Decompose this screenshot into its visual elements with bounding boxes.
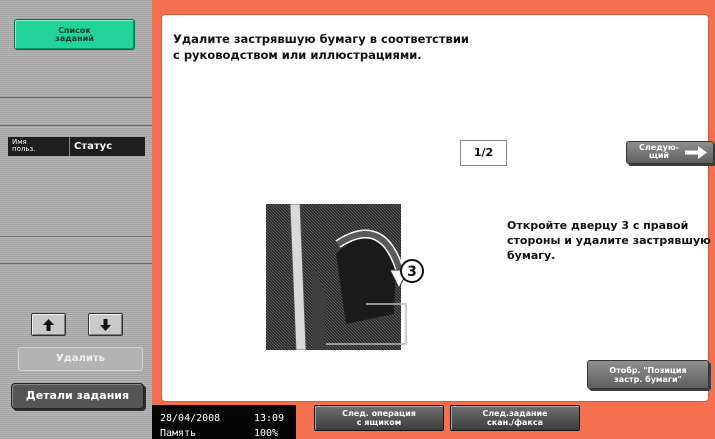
left-panel [0,0,152,439]
next-scan-fax-job-button[interactable]: След.задание скан./факса [450,405,580,431]
next-label-2: щий [648,151,670,160]
page-indicator: 1/2 [460,140,507,166]
instruction-line: Удалите застрявшую бумагу в соответствии [173,32,469,46]
next-scan-job-label-2: скан./факса [487,418,543,427]
user-column-header: Имя польз. [12,139,35,153]
next-box-job-label-1: След. операция [342,409,416,418]
delete-button[interactable]: Удалить [18,347,143,371]
show-jam-position-button[interactable]: Отобр. "Позиция застр. бумаги" [587,360,709,389]
arrow-up-icon [43,318,54,331]
arrow-down-icon [100,318,111,331]
job-list-button[interactable]: Список заданий [14,19,135,50]
step-line: стороны и удалите застрявшую [507,234,711,247]
time-display: 13:09 [254,413,285,424]
user-column-label-2: польз. [12,145,36,153]
memory-label: Память [160,428,197,439]
door-number-badge: 3 [407,264,417,280]
next-scan-job-label-1: След.задание [482,409,548,418]
instruction-line: с руководством или иллюстрациями. [173,48,422,62]
job-list-header: Имя польз. Статус [8,137,145,156]
scroll-down-button[interactable] [88,313,123,336]
next-box-job-button[interactable]: След. операция с ящиком [314,405,444,431]
scroll-up-button[interactable] [31,313,66,336]
next-box-job-label-2: с ящиком [356,418,402,427]
separator [0,236,152,237]
step-line: Откройте дверцу 3 с правой [507,219,689,232]
next-button[interactable]: Следую- щий [626,141,714,164]
instruction-text: Удалите застрявшую бумагу в соответствии… [173,31,503,63]
jam-position-label-1: Отобр. "Позиция [609,365,687,375]
job-details-button[interactable]: Детали задания [11,383,144,409]
date-display: 28/04/2008 [160,413,221,424]
separator [0,263,152,264]
status-bar: 28/04/2008 13:09 Память 100% [152,405,296,439]
arrow-right-icon [685,146,707,159]
jam-position-label-2: застр. бумаги" [614,374,682,384]
next-label: Следую- щий [639,144,679,160]
memory-value: 100% [254,428,279,439]
separator [0,97,152,98]
job-list-label-2: заданий [55,33,94,43]
paper-jam-illustration: 3 [266,204,424,350]
column-divider [69,137,70,156]
step-instruction: Откройте дверцу 3 с правой стороны и уда… [507,218,715,263]
separator [0,125,152,126]
step-line: бумагу. [507,249,556,262]
status-column-header: Статус [74,141,113,152]
